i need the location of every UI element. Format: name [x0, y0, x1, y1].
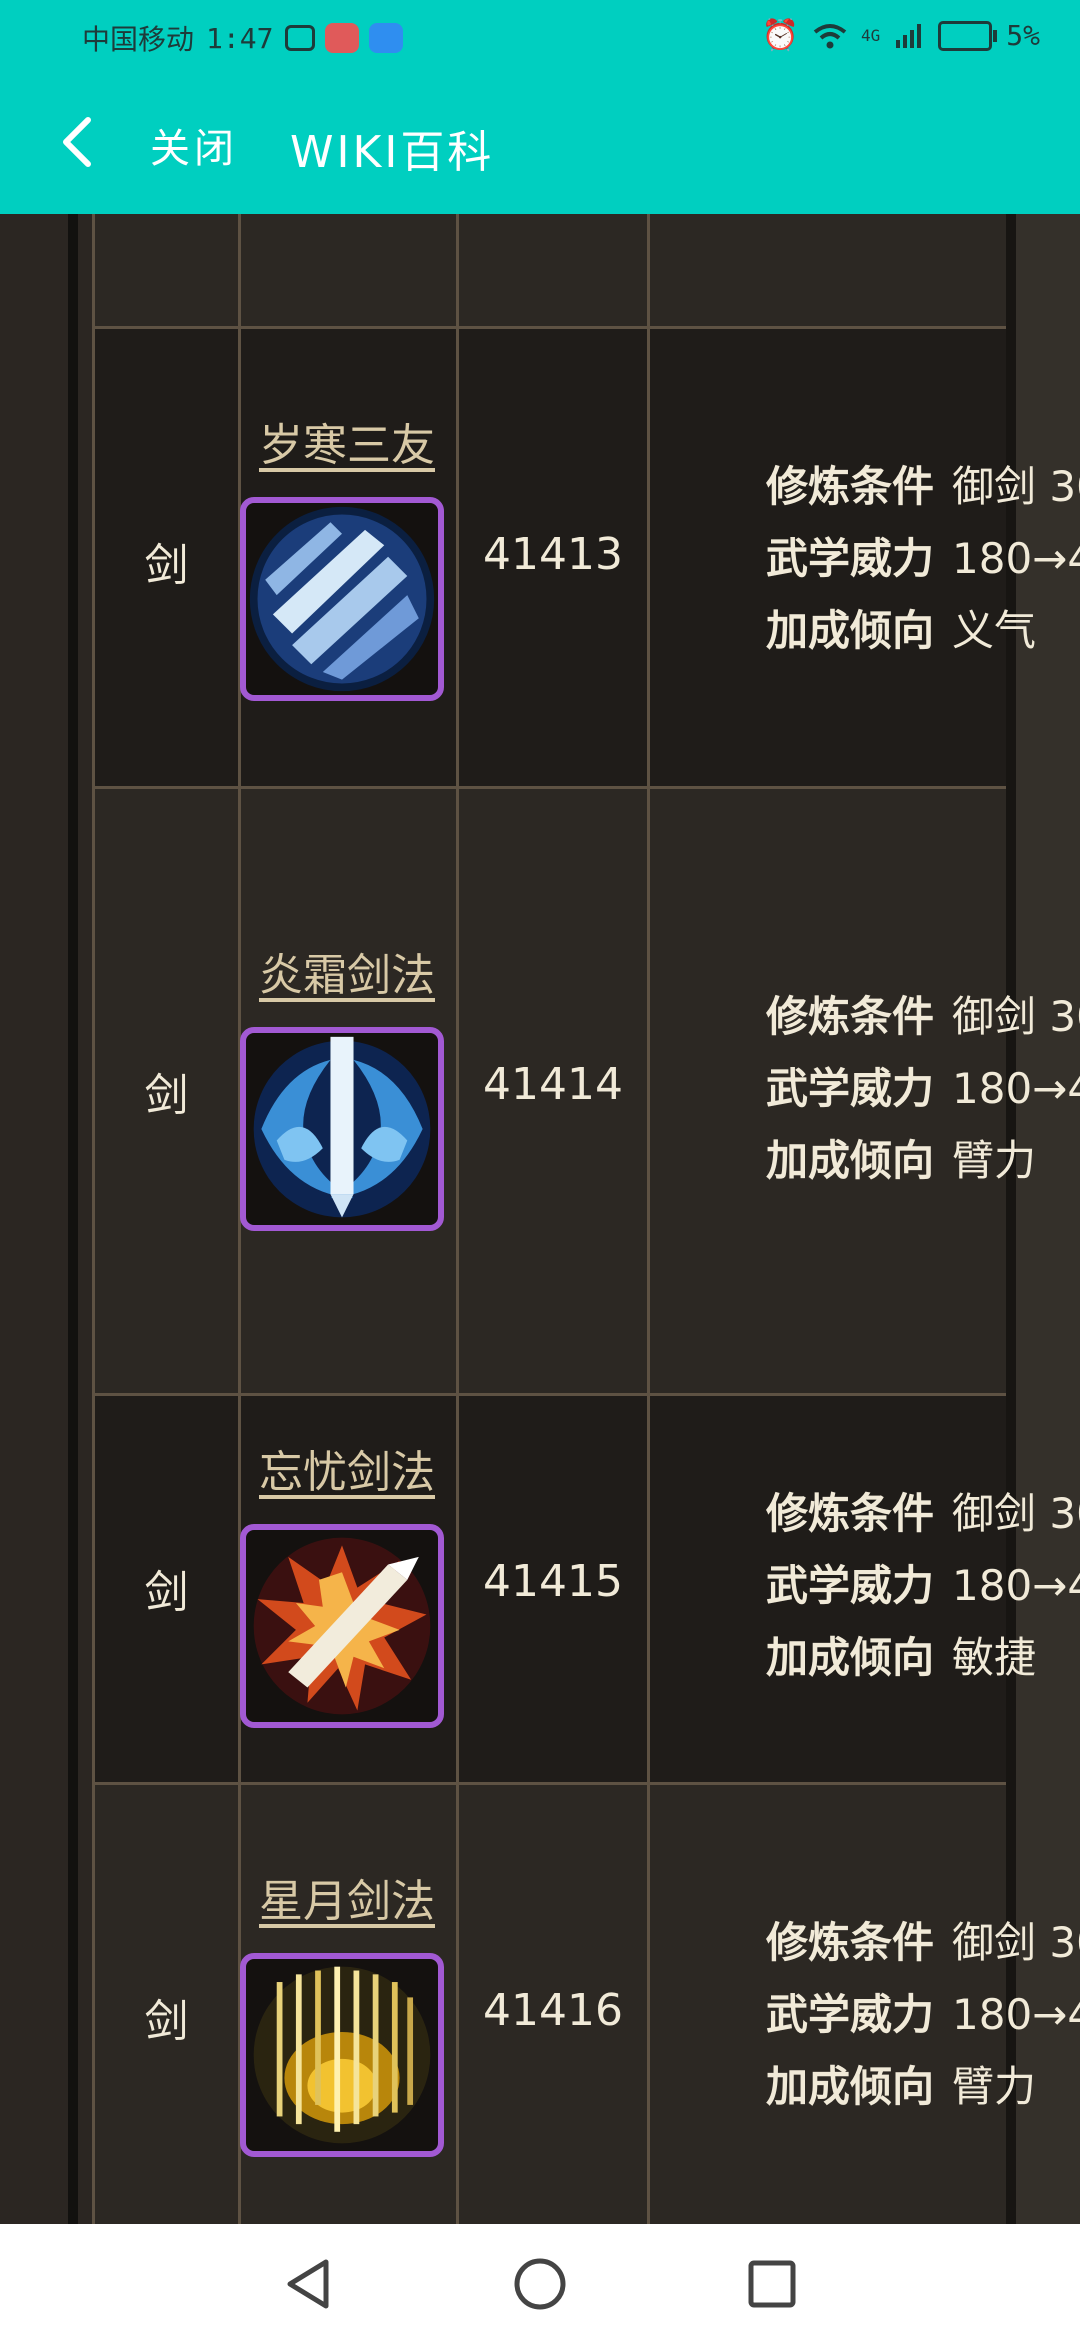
golden-rain-icon[interactable] — [240, 1953, 444, 2157]
table-row: 剑 忘忧剑法 41415 修炼条件御剑 30 武学威力180→450 — [92, 1396, 1080, 1785]
carrier-label: 中国移动 — [82, 23, 195, 56]
scroll-rail — [68, 214, 78, 2224]
app-bar: 关闭 WIKI百科 — [0, 72, 1080, 214]
table-row: 剑 星月剑法 41416 修炼条件 御剑 3 武学威力 180→ 加成倾向 臂力 — [92, 1785, 1080, 2224]
network-type: 4G — [861, 26, 881, 45]
frost-sword-icon[interactable] — [240, 1027, 444, 1231]
bias-line: 加成倾向 臂力 — [766, 2062, 1037, 2111]
nav-home-icon[interactable] — [510, 2254, 570, 2314]
bilibili-icon — [285, 25, 316, 51]
table-row: 剑 岁寒三友 41413 修炼条件御剑 30 武学威力1 — [92, 329, 1080, 789]
weapon-type: 剑 — [144, 1567, 189, 1618]
battery-percent: 5% — [1006, 19, 1040, 52]
close-button[interactable]: 关闭 — [150, 116, 238, 174]
bias-line: 加成倾向 义气 — [766, 606, 1037, 655]
nav-recent-icon[interactable] — [742, 2254, 802, 2314]
back-button[interactable] — [48, 112, 108, 172]
skill-name-link[interactable]: 忘忧剑法 — [238, 1436, 456, 1500]
skill-id: 41415 — [483, 1556, 623, 1607]
weapon-type: 剑 — [144, 1070, 189, 1121]
chevron-left-icon — [63, 117, 91, 167]
skill-table: 剑 岁寒三友 41413 修炼条件御剑 30 武学威力1 — [92, 214, 1080, 2224]
skill-id: 41416 — [483, 1985, 623, 2036]
wiki-content[interactable]: 剑 岁寒三友 41413 修炼条件御剑 30 武学威力1 — [0, 214, 1080, 2224]
table-row: 剑 炎霜剑法 41414 修炼条件御剑 30 — [92, 789, 1080, 1396]
ice-swords-icon[interactable] — [240, 497, 444, 701]
condition-line: 修炼条件御剑 30 — [766, 1918, 1080, 1967]
huawei-app-icon — [325, 23, 360, 53]
explosion-sword-icon[interactable] — [240, 1524, 444, 1728]
wifi-icon — [813, 23, 847, 48]
skill-name-link[interactable]: 岁寒三友 — [238, 409, 456, 473]
signal-icon — [896, 23, 922, 48]
battery-icon — [938, 20, 998, 51]
bias-line: 加成倾向 臂力 — [766, 1136, 1037, 1185]
condition-line: 修炼条件御剑 30 — [766, 992, 1080, 1041]
power-line: 武学威力180→450 — [766, 1990, 1080, 2039]
cloud-icon — [369, 23, 404, 53]
system-nav-bar — [0, 2224, 1080, 2340]
page-title: WIKI百科 — [290, 127, 495, 178]
skill-id: 41413 — [483, 529, 623, 580]
power-line: 武学威力180→450 — [766, 1561, 1080, 1610]
skill-id: 41414 — [483, 1059, 623, 1110]
condition-line: 修炼条件御剑 30 — [766, 1489, 1080, 1538]
condition-line: 修炼条件御剑 30 — [766, 462, 1080, 511]
weapon-type: 剑 — [144, 1996, 189, 2047]
skill-name-link[interactable]: 星月剑法 — [238, 1865, 456, 1929]
weapon-type: 剑 — [144, 540, 189, 591]
status-bar: 中国移动 1:47 ⏰ 4G 5% — [0, 0, 1080, 72]
power-line: 武学威力180→450 — [766, 534, 1080, 583]
table-row — [92, 214, 1006, 329]
bias-line: 加成倾向 敏捷 — [766, 1633, 1037, 1682]
clock: 1:47 — [206, 21, 274, 55]
power-line: 武学威力180→450 — [766, 1064, 1080, 1113]
nav-back-icon[interactable] — [280, 2254, 340, 2314]
alarm-icon: ⏰ — [761, 18, 800, 53]
skill-name-link[interactable]: 炎霜剑法 — [238, 939, 456, 1003]
